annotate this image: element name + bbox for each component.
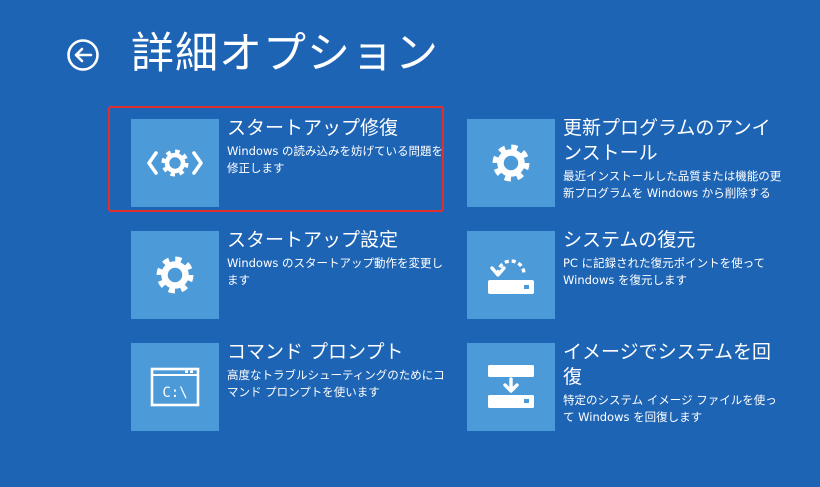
- system-image-recovery-icon: [488, 365, 534, 408]
- option-tile: [467, 119, 555, 207]
- startup-repair-gear-icon: [147, 149, 203, 177]
- option-tile: [467, 231, 555, 319]
- option-description: 特定のシステム イメージ ファイルを使って Windows を回復します: [563, 393, 777, 424]
- option-tile: [467, 343, 555, 431]
- option-description: 高度なトラブルシューティングのためにコマンド プロンプトを使います: [227, 368, 445, 399]
- option-system-image-recovery[interactable]: イメージでシステムを回復 特定のシステム イメージ ファイルを使って Windo…: [467, 341, 787, 433]
- option-tile: [131, 119, 219, 207]
- option-title: スタートアップ修復: [227, 117, 399, 139]
- option-system-restore[interactable]: システムの復元 PC に記録された復元ポイントを使って Windows を復元し…: [467, 229, 787, 321]
- option-description: Windows の読み込みを妨げている問題を修正します: [227, 144, 443, 175]
- option-title: 更新プログラムのアンインストール: [563, 117, 771, 164]
- option-tile: C:\: [131, 343, 219, 431]
- option-title: システムの復元: [563, 229, 696, 251]
- option-description: Windows のスタートアップ動作を変更します: [227, 256, 443, 287]
- command-prompt-glyph: C:\: [162, 385, 187, 401]
- gear-icon: [492, 144, 530, 182]
- option-title: コマンド プロンプト: [227, 341, 404, 363]
- option-tile: [131, 231, 219, 319]
- back-button[interactable]: [66, 38, 100, 72]
- command-prompt-icon: C:\: [150, 367, 200, 407]
- option-startup-settings[interactable]: スタートアップ設定 Windows のスタートアップ動作を変更します: [131, 229, 451, 321]
- option-uninstall-updates[interactable]: 更新プログラムのアンインストール 最近インストールした品質または機能の更新プログ…: [467, 117, 787, 209]
- option-command-prompt[interactable]: C:\ コマンド プロンプト 高度なトラブルシューティングのためにコマンド プロ…: [131, 341, 451, 433]
- option-description: 最近インストールした品質または機能の更新プログラムを Windows から削除す…: [563, 169, 782, 200]
- system-restore-icon: [488, 259, 534, 294]
- option-startup-repair[interactable]: スタートアップ修復 Windows の読み込みを妨げている問題を修正します: [131, 117, 451, 209]
- back-arrow-icon: [67, 39, 99, 71]
- gear-icon: [156, 256, 194, 294]
- option-title: イメージでシステムを回復: [563, 341, 772, 388]
- option-description: PC に記録された復元ポイントを使って Windows を復元します: [563, 256, 766, 287]
- option-title: スタートアップ設定: [227, 229, 399, 251]
- page-title: 詳細オプション: [131, 29, 439, 79]
